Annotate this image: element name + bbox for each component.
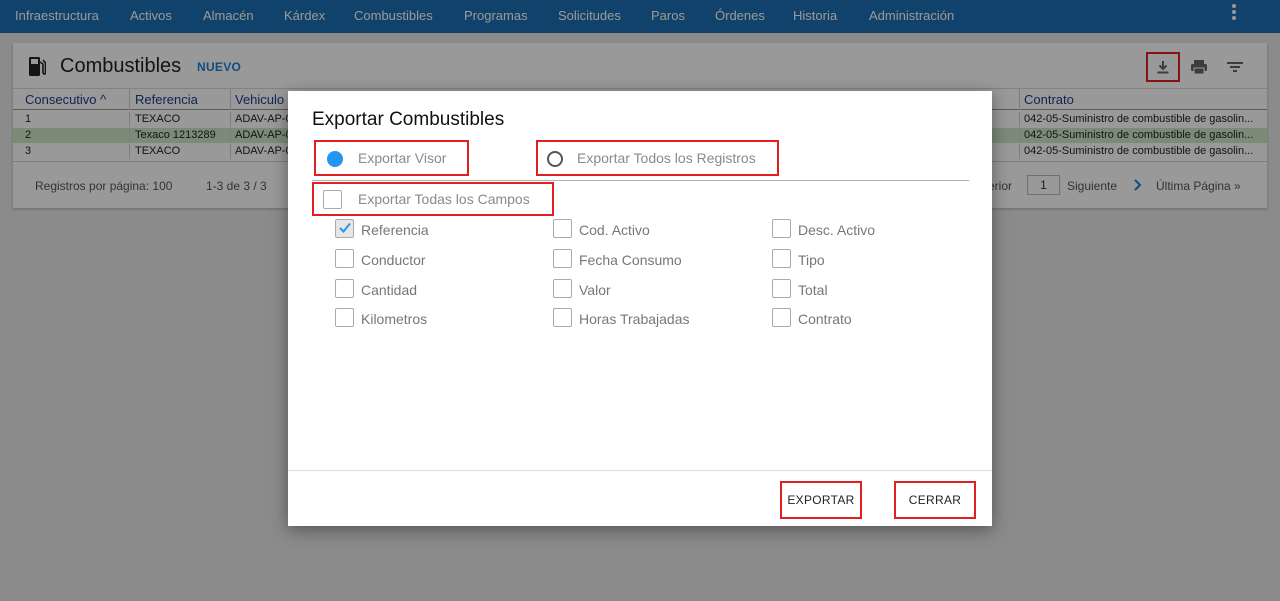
field-checkbox-referencia[interactable] — [335, 219, 354, 238]
field-label: Total — [798, 282, 828, 298]
radio-selected-icon[interactable] — [327, 151, 343, 167]
dialog-title: Exportar Combustibles — [312, 109, 505, 130]
field-label: Fecha Consumo — [579, 252, 682, 268]
field-label: Kilometros — [361, 311, 428, 327]
radio-unselected-icon[interactable] — [547, 151, 563, 167]
field-checkbox-horas-trabajadas[interactable] — [553, 308, 572, 327]
export-all-records-option[interactable]: Exportar Todos los Registros — [536, 140, 779, 176]
field-label: Desc. Activo — [798, 222, 876, 238]
check-icon — [339, 222, 351, 233]
export-all-fields-label: Exportar Todas los Campos — [358, 191, 530, 207]
field-checkbox-total[interactable] — [772, 279, 791, 298]
field-checkbox-contrato[interactable] — [772, 308, 791, 327]
close-button[interactable]: CERRAR — [894, 481, 976, 519]
field-checkbox-cantidad[interactable] — [335, 279, 354, 298]
export-all-records-label: Exportar Todos los Registros — [577, 150, 756, 166]
field-checkbox-conductor[interactable] — [335, 249, 354, 268]
field-checkbox-cod-activo[interactable] — [553, 219, 572, 238]
field-label: Referencia — [361, 222, 429, 238]
field-label: Horas Trabajadas — [579, 311, 690, 327]
field-label: Tipo — [798, 252, 825, 268]
export-button[interactable]: EXPORTAR — [780, 481, 862, 519]
checkbox-unchecked-icon[interactable] — [323, 190, 342, 209]
export-all-fields-option[interactable]: Exportar Todas los Campos — [312, 182, 554, 216]
field-checkbox-valor[interactable] — [553, 279, 572, 298]
field-label: Conductor — [361, 252, 426, 268]
field-label: Valor — [579, 282, 611, 298]
export-visor-option[interactable]: Exportar Visor — [314, 140, 469, 176]
field-checkbox-kilometros[interactable] — [335, 308, 354, 327]
divider — [312, 180, 969, 181]
field-label: Cod. Activo — [579, 222, 650, 238]
field-label: Cantidad — [361, 282, 418, 298]
dialog-footer: EXPORTAR CERRAR — [288, 470, 992, 526]
field-label: Contrato — [798, 311, 852, 327]
export-visor-label: Exportar Visor — [358, 150, 447, 166]
export-dialog: Exportar Combustibles Exportar Visor Exp… — [288, 91, 992, 526]
field-checkbox-tipo[interactable] — [772, 249, 791, 268]
field-checkbox-fecha-consumo[interactable] — [553, 249, 572, 268]
field-checkbox-desc-activo[interactable] — [772, 219, 791, 238]
